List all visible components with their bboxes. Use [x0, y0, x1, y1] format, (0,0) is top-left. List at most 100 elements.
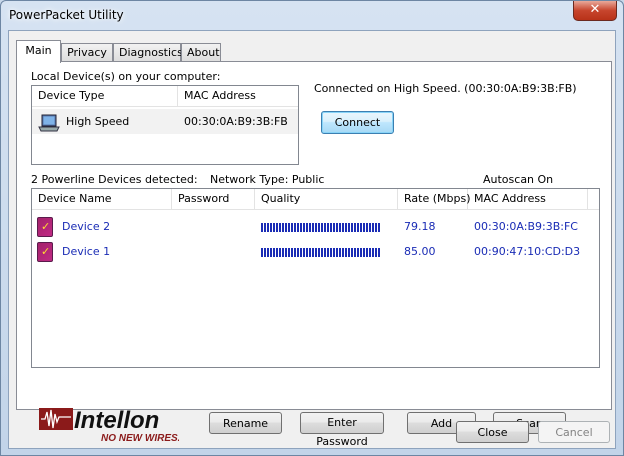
quality-segment [321, 223, 323, 232]
quality-segment [276, 223, 278, 232]
cancel-button[interactable]: Cancel [538, 421, 610, 443]
quality-segment [285, 248, 287, 257]
tab-diagnostics[interactable]: Diagnostics [113, 43, 183, 62]
enter-password-button[interactable]: Enter Password [300, 412, 384, 448]
column-quality[interactable]: Quality [255, 189, 398, 210]
quality-segment [261, 248, 263, 257]
quality-segment [357, 248, 359, 257]
quality-segment [291, 223, 293, 232]
network-type-label: Network Type: Public [210, 173, 325, 186]
device-mac: 00:90:47:10:CD:D3 [474, 245, 581, 258]
quality-segment [297, 223, 299, 232]
local-device-row[interactable]: High Speed 00:30:0A:B9:3B:FB [32, 109, 298, 134]
quality-segment [366, 223, 368, 232]
quality-segment [297, 248, 299, 257]
quality-segment [339, 223, 341, 232]
quality-segment [279, 223, 281, 232]
quality-segment [375, 248, 377, 257]
rename-button[interactable]: Rename [209, 412, 282, 434]
quality-segment [375, 223, 377, 232]
quality-segment [261, 223, 263, 232]
powerline-device-icon [37, 217, 53, 237]
device-name: Device 2 [62, 220, 111, 233]
quality-segment [330, 223, 332, 232]
dialog-client: Main Privacy Diagnostics About Local Dev… [8, 30, 616, 449]
quality-segment [285, 223, 287, 232]
table-row[interactable]: Device 1 85.00 00:90:47:10:CD:D3 [32, 239, 599, 264]
device-rate: 85.00 [404, 245, 436, 258]
connect-button[interactable]: Connect [321, 111, 394, 134]
quality-segment [336, 223, 338, 232]
quality-segment [330, 248, 332, 257]
quality-segment [288, 223, 290, 232]
powerline-list-header: Device Name Password Quality Rate (Mbps)… [32, 189, 599, 210]
local-device-mac: 00:30:0A:B9:3B:FB [184, 115, 288, 128]
quality-segment [363, 248, 365, 257]
quality-segment [354, 223, 356, 232]
quality-segment [342, 248, 344, 257]
quality-segment [315, 248, 317, 257]
quality-segment [372, 223, 374, 232]
quality-segment [270, 223, 272, 232]
quality-segment [264, 223, 266, 232]
device-mac: 00:30:0A:B9:3B:FC [474, 220, 578, 233]
device-rate: 79.18 [404, 220, 436, 233]
autoscan-status: Autoscan On [483, 173, 554, 186]
quality-segment [312, 248, 314, 257]
column-password[interactable]: Password [172, 189, 255, 210]
quality-segment [348, 223, 350, 232]
connected-status: Connected on High Speed. (00:30:0A:B9:3B… [314, 82, 577, 95]
quality-segment [273, 223, 275, 232]
quality-segment [333, 248, 335, 257]
laptop-icon [38, 114, 60, 132]
column-device-type[interactable]: Device Type [32, 86, 178, 107]
tab-main[interactable]: Main [16, 40, 61, 63]
tab-about[interactable]: About [181, 43, 221, 62]
quality-segment [267, 248, 269, 257]
logo-tagline: NO NEW WIRES. [101, 433, 179, 444]
quality-segment [363, 223, 365, 232]
quality-segment [369, 223, 371, 232]
quality-segment [369, 248, 371, 257]
column-device-name[interactable]: Device Name [32, 189, 172, 210]
window-title: PowerPacket Utility [9, 8, 124, 22]
quality-segment [309, 248, 311, 257]
quality-segment [303, 223, 305, 232]
quality-segment [345, 248, 347, 257]
table-row[interactable]: Device 2 79.18 00:30:0A:B9:3B:FC [32, 214, 599, 239]
quality-segment [264, 248, 266, 257]
quality-segment [360, 248, 362, 257]
quality-segment [321, 248, 323, 257]
quality-segment [351, 223, 353, 232]
local-device-type: High Speed [66, 115, 130, 128]
quality-bar [261, 248, 380, 257]
powerline-device-icon [37, 242, 53, 262]
local-devices-list[interactable]: Device Type MAC Address High Speed 00:30… [31, 85, 299, 165]
app-window: PowerPacket Utility ✕ Main Privacy Diagn… [0, 0, 624, 456]
quality-segment [342, 223, 344, 232]
column-mac-address[interactable]: MAC Address [178, 86, 298, 107]
quality-segment [348, 248, 350, 257]
title-bar: PowerPacket Utility ✕ [1, 1, 623, 31]
powerline-detected-label: 2 Powerline Devices detected: [31, 173, 198, 186]
quality-segment [309, 223, 311, 232]
column-rate[interactable]: Rate (Mbps) [398, 189, 471, 210]
quality-segment [276, 248, 278, 257]
powerline-devices-list[interactable]: Device Name Password Quality Rate (Mbps)… [31, 188, 600, 368]
quality-segment [282, 223, 284, 232]
quality-segment [270, 248, 272, 257]
quality-segment [306, 223, 308, 232]
quality-segment [378, 223, 380, 232]
quality-segment [345, 223, 347, 232]
intellon-logo: Intellon NO NEW WIRES. [39, 407, 179, 444]
logo-brand: Intellon [74, 407, 159, 434]
quality-segment [324, 248, 326, 257]
quality-segment [300, 223, 302, 232]
column-powerline-mac[interactable]: MAC Address [468, 189, 588, 210]
close-button[interactable]: Close [456, 421, 529, 443]
quality-segment [327, 248, 329, 257]
window-close-icon[interactable]: ✕ [573, 1, 617, 21]
quality-segment [333, 223, 335, 232]
quality-segment [291, 248, 293, 257]
tab-privacy[interactable]: Privacy [61, 43, 113, 62]
